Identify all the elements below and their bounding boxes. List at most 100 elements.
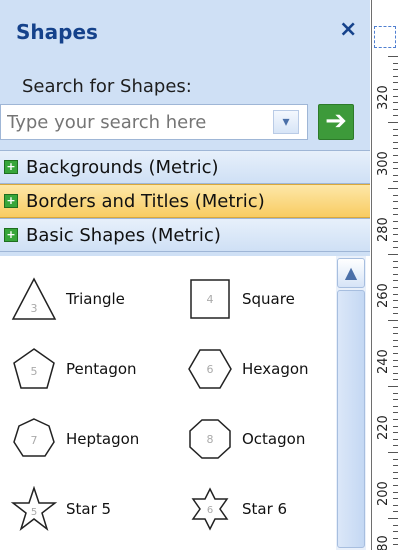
ruler-tick — [388, 56, 398, 57]
ruler-tick — [393, 155, 398, 156]
shape-label: Pentagon — [66, 360, 137, 378]
ruler-tick — [393, 287, 398, 288]
ruler-tick — [393, 419, 398, 420]
ruler-tick — [393, 141, 398, 143]
triangle-icon: 3 — [11, 277, 57, 320]
shape-label: Star 5 — [66, 500, 112, 518]
chevron-down-icon[interactable]: ▾ — [273, 110, 299, 134]
shape-heptagon[interactable]: 7 Heptagon — [10, 416, 170, 466]
ruler-tick — [388, 188, 398, 189]
octagon-icon: 8 — [189, 419, 231, 459]
ruler-label: 300 — [376, 151, 391, 176]
stencil-icon: + — [4, 228, 18, 242]
ruler-tick — [393, 82, 398, 84]
stencil-icon: + — [4, 194, 18, 208]
shape-star-6[interactable]: 6 Star 6 — [186, 486, 346, 536]
ruler-tick — [393, 214, 398, 216]
ruler-tick — [393, 485, 398, 486]
shape-triangle[interactable]: 3 Triangle — [10, 276, 170, 326]
ruler-tick — [393, 432, 398, 434]
ruler-tick — [393, 293, 398, 295]
ruler-tick — [393, 359, 398, 361]
ruler-tick — [393, 478, 398, 480]
ruler-tick — [393, 339, 398, 341]
category-basic-shapes[interactable]: + Basic Shapes (Metric) — [0, 218, 370, 252]
ruler-tick — [393, 306, 398, 308]
ruler-tick — [393, 108, 398, 110]
ruler-tick — [388, 122, 398, 123]
ruler-tick — [393, 174, 398, 176]
ruler-tick — [393, 498, 398, 500]
star-5-icon: 5 — [10, 486, 58, 532]
ruler-label: 220 — [376, 415, 391, 440]
ruler-tick — [393, 201, 398, 203]
ruler-tick — [393, 366, 398, 368]
shape-label: Hexagon — [242, 360, 309, 378]
ruler-tick — [388, 254, 398, 255]
ruler-label: 320 — [376, 85, 391, 110]
category-label: Basic Shapes (Metric) — [26, 225, 221, 246]
ruler-tick — [388, 518, 398, 519]
ruler-tick — [393, 221, 398, 222]
ruler-tick — [393, 168, 398, 170]
ruler-tick — [393, 89, 398, 90]
svg-text:7: 7 — [31, 434, 38, 447]
ruler-label: 260 — [376, 283, 391, 308]
scroll-up-button[interactable]: ▲ — [337, 258, 365, 288]
vertical-ruler: 320 300 280 260 240 220 200 180 — [371, 0, 398, 550]
ruler-selection-marker — [374, 26, 396, 48]
ruler-tick — [393, 491, 398, 493]
ruler-tick — [393, 504, 398, 506]
search-box: ▾ — [0, 104, 308, 140]
ruler-tick — [393, 425, 398, 427]
svg-text:5: 5 — [31, 365, 38, 378]
ruler-tick — [393, 260, 398, 262]
ruler-tick — [393, 392, 398, 394]
ruler-tick — [393, 445, 398, 447]
ruler-label: 180 — [376, 535, 391, 550]
star-6-icon: 6 — [191, 487, 229, 531]
shape-hexagon[interactable]: 6 Hexagon — [186, 346, 346, 396]
shape-label: Octagon — [242, 430, 306, 448]
svg-text:3: 3 — [31, 302, 38, 315]
pane-title: Shapes — [16, 20, 98, 44]
vertical-scrollbar[interactable]: ▲ — [336, 256, 366, 550]
search-go-button[interactable]: ➔ — [318, 104, 354, 140]
ruler-tick — [393, 273, 398, 275]
shape-label: Triangle — [66, 290, 125, 308]
ruler-tick — [393, 333, 398, 335]
pentagon-icon: 5 — [13, 348, 55, 389]
ruler-tick — [393, 267, 398, 269]
ruler-tick — [388, 386, 398, 387]
ruler-tick — [393, 227, 398, 229]
ruler-tick — [393, 115, 398, 117]
ruler-tick — [393, 524, 398, 526]
category-backgrounds[interactable]: + Backgrounds (Metric) — [0, 150, 370, 184]
shape-square[interactable]: 4 Square — [186, 276, 346, 326]
ruler-tick — [393, 161, 398, 163]
close-icon[interactable]: × — [339, 18, 357, 42]
shape-octagon[interactable]: 8 Octagon — [186, 416, 346, 466]
svg-text:6: 6 — [207, 363, 214, 376]
ruler-label: 240 — [376, 349, 391, 374]
ruler-tick — [393, 194, 398, 196]
svg-text:5: 5 — [31, 507, 37, 518]
ruler-tick — [393, 353, 398, 354]
ruler-tick — [393, 75, 398, 77]
ruler-tick — [393, 280, 398, 282]
ruler-tick — [393, 399, 398, 401]
search-input[interactable] — [7, 109, 267, 135]
ruler-tick — [393, 62, 398, 64]
ruler-tick — [393, 346, 398, 348]
svg-text:6: 6 — [207, 505, 213, 516]
category-label: Backgrounds (Metric) — [26, 157, 219, 178]
ruler-tick — [393, 240, 398, 242]
shape-pentagon[interactable]: 5 Pentagon — [10, 346, 170, 396]
ruler-label: 280 — [376, 217, 391, 242]
hexagon-icon: 6 — [188, 349, 232, 389]
category-borders-and-titles[interactable]: + Borders and Titles (Metric) — [0, 184, 370, 218]
shape-star-5[interactable]: 5 Star 5 — [10, 486, 170, 536]
ruler-tick — [393, 471, 398, 473]
scrollbar-thumb[interactable] — [337, 290, 365, 548]
svg-text:4: 4 — [207, 293, 214, 306]
